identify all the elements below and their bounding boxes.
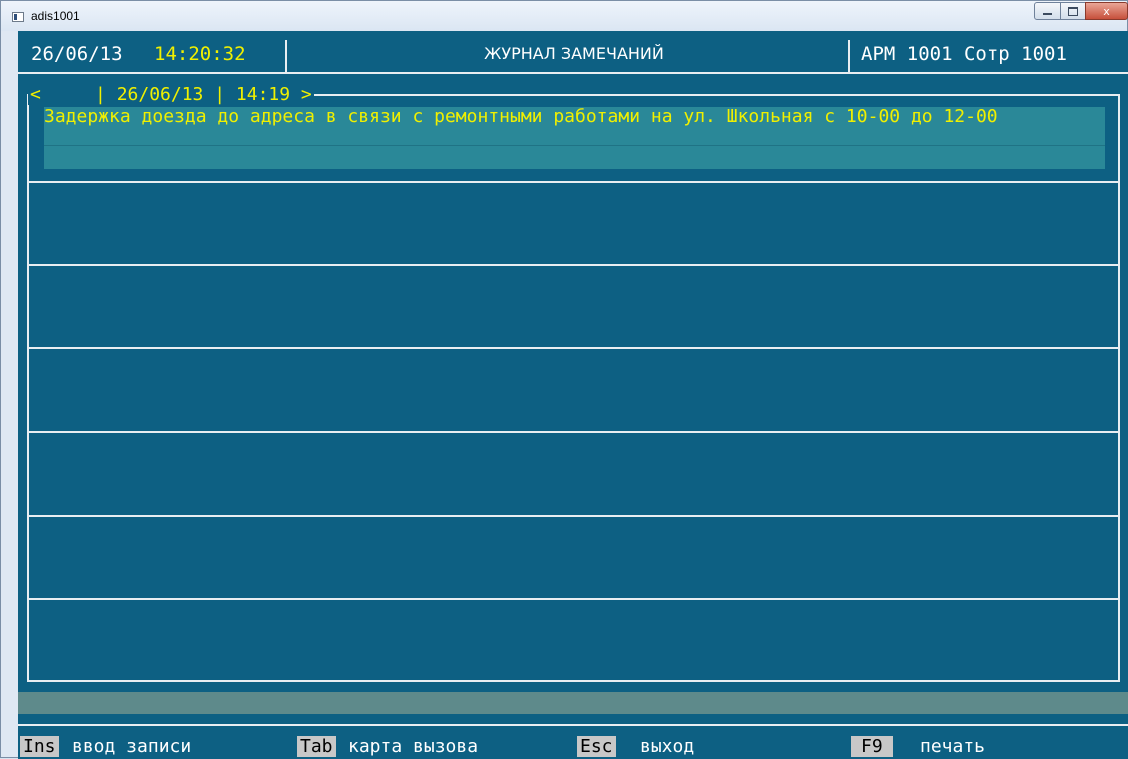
page-title: ЖУРНАЛ ЗАМЕЧАНИЙ xyxy=(484,44,664,63)
header-date: 26/06/13 xyxy=(31,43,123,65)
status-divider xyxy=(18,724,1128,726)
workstation-info: АРМ 1001 Сотр 1001 xyxy=(861,43,1067,65)
list-item[interactable] xyxy=(27,433,1120,514)
list-item[interactable] xyxy=(27,517,1120,598)
record-text: Задержка доезда до адреса в связи с ремо… xyxy=(44,106,998,127)
text-line-divider xyxy=(44,145,1105,166)
f9-key[interactable]: F9 xyxy=(851,736,893,757)
list-item[interactable] xyxy=(27,349,1120,430)
header-time: 14:20:32 xyxy=(154,43,246,65)
title-bar[interactable]: adis1001 x xyxy=(1,1,1128,31)
status-bar xyxy=(18,692,1128,714)
app-icon xyxy=(12,12,24,22)
app-window: adis1001 x 26/06/13 14:20:32 ЖУРНАЛ ЗАМЕ… xyxy=(0,0,1128,759)
header-divider xyxy=(848,40,850,74)
close-button[interactable]: x xyxy=(1085,2,1128,20)
maximize-button[interactable] xyxy=(1060,2,1086,20)
esc-key[interactable]: Esc xyxy=(577,736,616,757)
record-text-field[interactable]: Задержка доезда до адреса в связи с ремо… xyxy=(44,107,1105,169)
esc-key-label[interactable]: выход xyxy=(640,736,694,757)
list-frame-bottom xyxy=(27,680,1120,682)
ins-key[interactable]: Ins xyxy=(20,736,59,757)
terminal-screen[interactable]: 26/06/13 14:20:32 ЖУРНАЛ ЗАМЕЧАНИЙ АРМ 1… xyxy=(18,31,1128,759)
header-underline xyxy=(18,72,1128,74)
list-item[interactable] xyxy=(27,600,1120,680)
minimize-icon xyxy=(1043,13,1052,15)
header-divider xyxy=(285,40,287,74)
maximize-icon xyxy=(1068,6,1078,16)
close-icon: x xyxy=(1103,4,1110,18)
ins-key-label[interactable]: ввод записи xyxy=(72,736,191,757)
f9-key-label[interactable]: печать xyxy=(920,736,985,757)
list-item[interactable] xyxy=(27,183,1120,264)
minimize-button[interactable] xyxy=(1034,2,1061,20)
tab-key[interactable]: Tab xyxy=(297,736,336,757)
record-navigator[interactable]: < | 26/06/13 | 14:19 > xyxy=(28,84,314,105)
window-title: adis1001 xyxy=(31,9,80,23)
list-item[interactable] xyxy=(27,266,1120,347)
function-key-bar: Ins ввод записи Tab карта вызова Esc вых… xyxy=(18,736,1128,759)
tab-key-label[interactable]: карта вызова xyxy=(348,736,478,757)
